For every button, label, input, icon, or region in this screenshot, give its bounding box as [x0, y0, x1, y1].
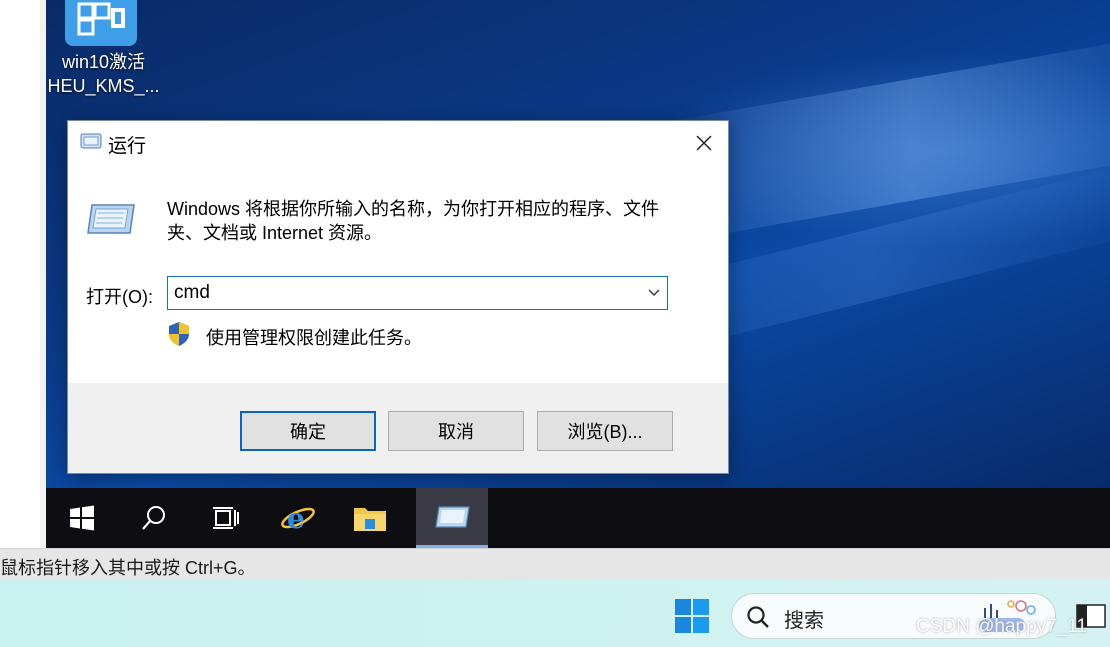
csdn-watermark: CSDN @happy7_11 [916, 616, 1088, 637]
task-view-button[interactable] [190, 488, 262, 548]
dialog-title: 运行 [108, 136, 147, 157]
file-explorer-icon [354, 508, 386, 531]
browse-button[interactable]: 浏览(B)... [537, 411, 673, 451]
start-button[interactable] [46, 488, 118, 548]
host-status-bar: 鼠标指针移入其中或按 Ctrl+G。 [0, 548, 1110, 580]
internet-explorer-icon: e [281, 502, 315, 535]
windows-logo-icon [70, 505, 94, 531]
desktop-icon-label-line2: HEU_KMS_... [47, 76, 160, 96]
svg-text:e: e [287, 502, 305, 535]
taskbar-file-explorer[interactable] [334, 488, 406, 548]
dialog-description: Windows 将根据你所输入的名称，为你打开相应的程序、文件夹、文档或 Int… [167, 199, 660, 243]
ok-button[interactable]: 确定 [240, 411, 376, 451]
vm-taskbar: e [46, 488, 1110, 548]
taskbar-search-button[interactable] [118, 488, 190, 548]
run-program-icon [86, 201, 136, 242]
task-view-icon [213, 507, 239, 529]
admin-privilege-note: 使用管理权限创建此任务。 [206, 328, 422, 348]
kms-activator-icon [65, 0, 137, 46]
run-icon [435, 505, 470, 528]
desktop-icon-label-line1: win10激活 [61, 52, 146, 72]
open-label: 打开(O): [86, 287, 153, 307]
taskbar-internet-explorer[interactable]: e [262, 488, 334, 548]
open-input[interactable]: cmd [174, 282, 210, 304]
search-placeholder: 搜索 [784, 610, 824, 632]
chevron-down-icon[interactable] [647, 286, 661, 305]
close-icon [696, 135, 712, 151]
run-icon [80, 133, 102, 154]
cancel-button[interactable]: 取消 [388, 411, 524, 451]
windows11-start-icon[interactable] [674, 598, 710, 639]
desktop-shortcut-heu-kms[interactable]: win10激活 HEU_KMS_... [46, 0, 161, 100]
search-icon [746, 605, 770, 634]
status-text: 鼠标指针移入其中或按 Ctrl+G。 [0, 558, 256, 578]
taskbar-run-app[interactable] [416, 488, 488, 548]
open-combobox[interactable]: cmd [167, 276, 668, 310]
run-dialog: 运行 Windows 将根据你所输入的名称，为你打开相应的程序、文件夹、文档或 … [67, 120, 729, 474]
host-window-left-panel [0, 0, 41, 548]
uac-shield-icon [167, 321, 191, 352]
dialog-button-area: 确定 取消 浏览(B)... [68, 383, 728, 473]
close-button[interactable] [680, 121, 728, 165]
dialog-titlebar[interactable]: 运行 [68, 121, 728, 165]
search-icon [142, 506, 165, 530]
